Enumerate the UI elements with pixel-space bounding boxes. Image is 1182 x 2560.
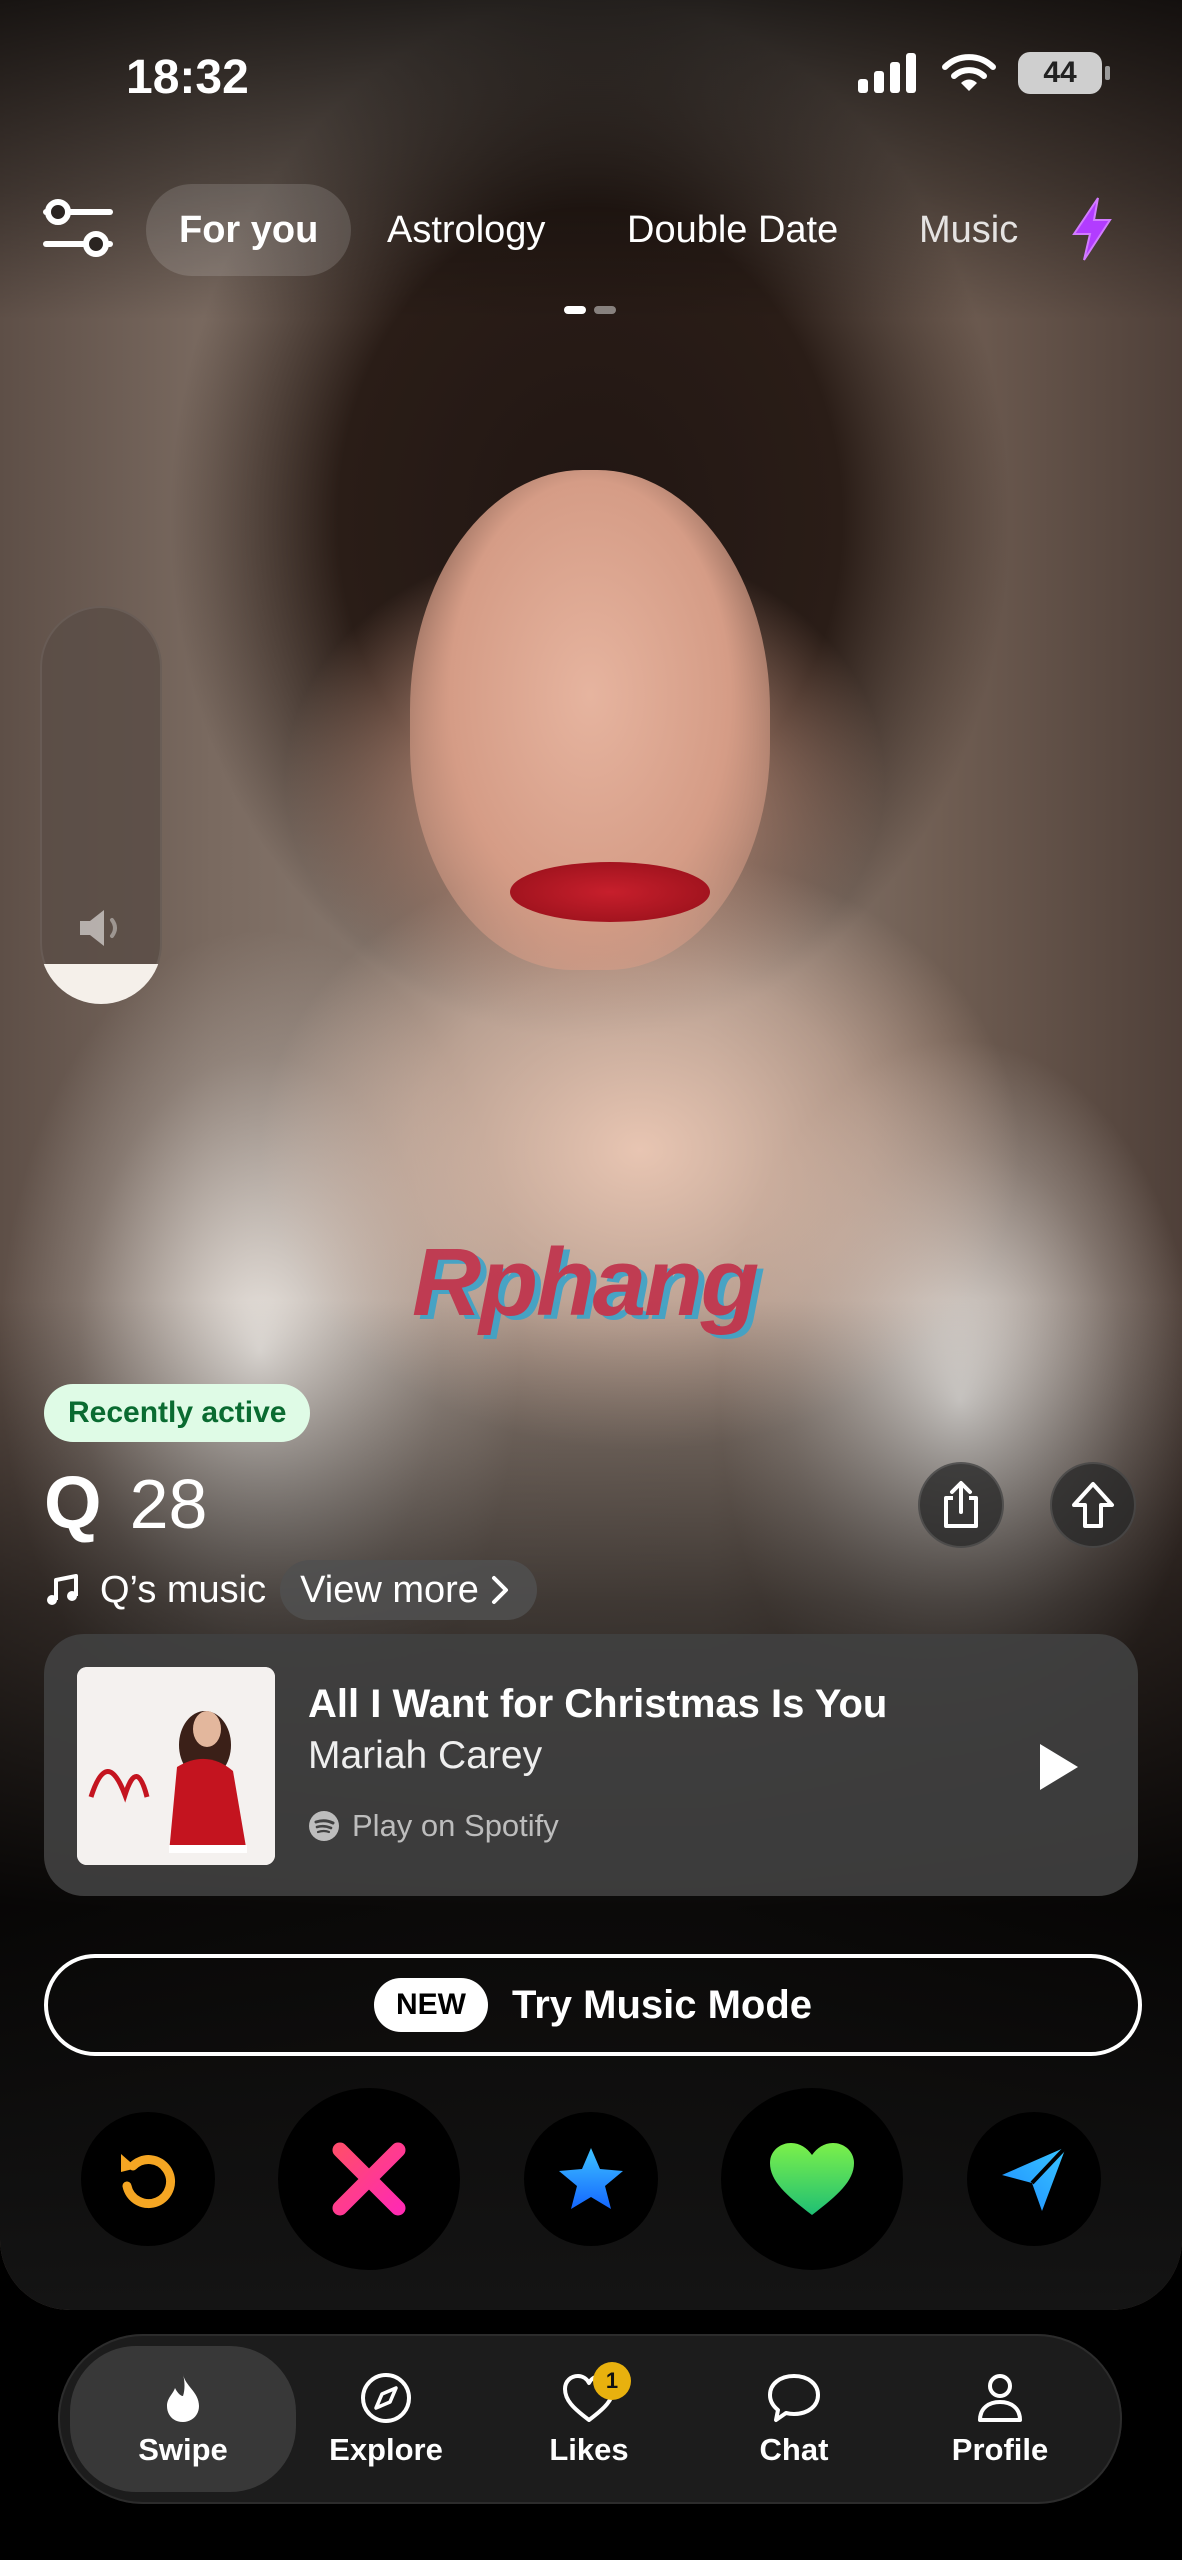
view-more-button[interactable]: View more [280, 1560, 537, 1620]
message-button[interactable] [967, 2112, 1101, 2246]
nope-icon [332, 2142, 406, 2216]
photo-dot[interactable] [564, 306, 586, 314]
profile-name: Q [44, 1461, 102, 1544]
name-age-row: Q 28 [44, 1460, 207, 1545]
super-like-icon [559, 2148, 623, 2209]
nav-explore[interactable]: Explore [286, 2334, 486, 2504]
mode-tabs: For you Astrology Double Date Music [0, 184, 1182, 276]
watermark: Rphang [412, 1229, 759, 1336]
battery-indicator: 44 [1018, 52, 1110, 94]
spotify-label: Play on Spotify [352, 1808, 559, 1843]
song-title: All I Want for Christmas Is You [308, 1682, 888, 1726]
volume-slider[interactable] [40, 606, 162, 1004]
nav-likes[interactable]: 1 Likes [489, 2334, 689, 2504]
nav-swipe-label: Swipe [138, 2432, 228, 2467]
tab-music[interactable]: Music [919, 184, 1018, 276]
volume-level [40, 964, 162, 1004]
battery-level: 44 [1043, 56, 1077, 89]
try-music-mode-button[interactable]: NEW Try Music Mode [44, 1954, 1142, 2056]
music-row: Q’s music View more [44, 1560, 537, 1620]
profile-age: 28 [129, 1465, 208, 1543]
status-time: 18:32 [126, 51, 249, 104]
recently-active-badge: Recently active [44, 1384, 311, 1442]
nav-swipe[interactable]: Swipe [70, 2346, 296, 2492]
status-icons: 44 [858, 52, 1110, 94]
profile-photo-detail [510, 862, 710, 922]
filter-icon[interactable] [40, 196, 116, 262]
rewind-icon [121, 2154, 176, 2209]
share-icon [944, 1481, 978, 1528]
nope-button[interactable] [278, 2088, 460, 2270]
photo-indicator [564, 306, 616, 314]
wifi-icon [942, 54, 996, 91]
flame-icon [167, 2374, 199, 2422]
nav-likes-label: Likes [549, 2432, 629, 2467]
share-button[interactable] [918, 1462, 1004, 1548]
nav-explore-label: Explore [329, 2432, 443, 2467]
photo-dot[interactable] [594, 306, 616, 314]
send-icon [1002, 2145, 1068, 2211]
spotify-icon [309, 1811, 339, 1841]
new-badge: NEW [373, 1978, 488, 2032]
super-like-button[interactable] [524, 2112, 658, 2246]
chevron-right-icon [491, 1576, 508, 1604]
tab-astrology[interactable]: Astrology [387, 184, 545, 276]
tab-for-you[interactable]: For you [146, 184, 352, 276]
like-button[interactable] [721, 2088, 903, 2270]
person-icon [978, 2374, 1022, 2422]
nav-chat[interactable]: Chat [694, 2334, 894, 2504]
compass-icon [361, 2373, 411, 2423]
view-more-label: View more [300, 1569, 479, 1611]
arrow-up-icon [1072, 1482, 1114, 1528]
nav-profile[interactable]: Profile [900, 2334, 1100, 2504]
nav-chat-label: Chat [759, 2432, 829, 2467]
rewind-button[interactable] [81, 2112, 215, 2246]
play-on-spotify[interactable]: Play on Spotify [308, 1808, 559, 1844]
nav-profile-label: Profile [951, 2432, 1049, 2467]
chat-bubble-icon [768, 2374, 820, 2422]
song-artist: Mariah Carey [308, 1734, 543, 1777]
profile-card[interactable]: 18:32 44 For you Astrology Double Date M… [0, 0, 1182, 2310]
likes-count-badge: 1 [593, 2362, 631, 2400]
bottom-tab-bar: Swipe Explore 1 Likes Chat Profile [58, 2334, 1122, 2504]
music-note-icon [47, 1574, 78, 1605]
song-card[interactable]: All I Want for Christmas Is You Mariah C… [44, 1634, 1138, 1896]
likes-icon-wrap: 1 [561, 2362, 631, 2426]
open-profile-button[interactable] [1050, 1462, 1136, 1548]
speaker-icon [80, 910, 117, 946]
play-icon[interactable] [1034, 1740, 1082, 1794]
tab-double-date[interactable]: Double Date [627, 184, 838, 276]
boost-icon[interactable] [1068, 196, 1116, 262]
like-icon [770, 2143, 854, 2215]
music-mode-label: Try Music Mode [511, 1982, 813, 2027]
signal-icon [858, 53, 916, 93]
album-art-icon [77, 1667, 275, 1865]
music-label: Q’s music [100, 1568, 267, 1611]
album-cover [77, 1667, 275, 1865]
